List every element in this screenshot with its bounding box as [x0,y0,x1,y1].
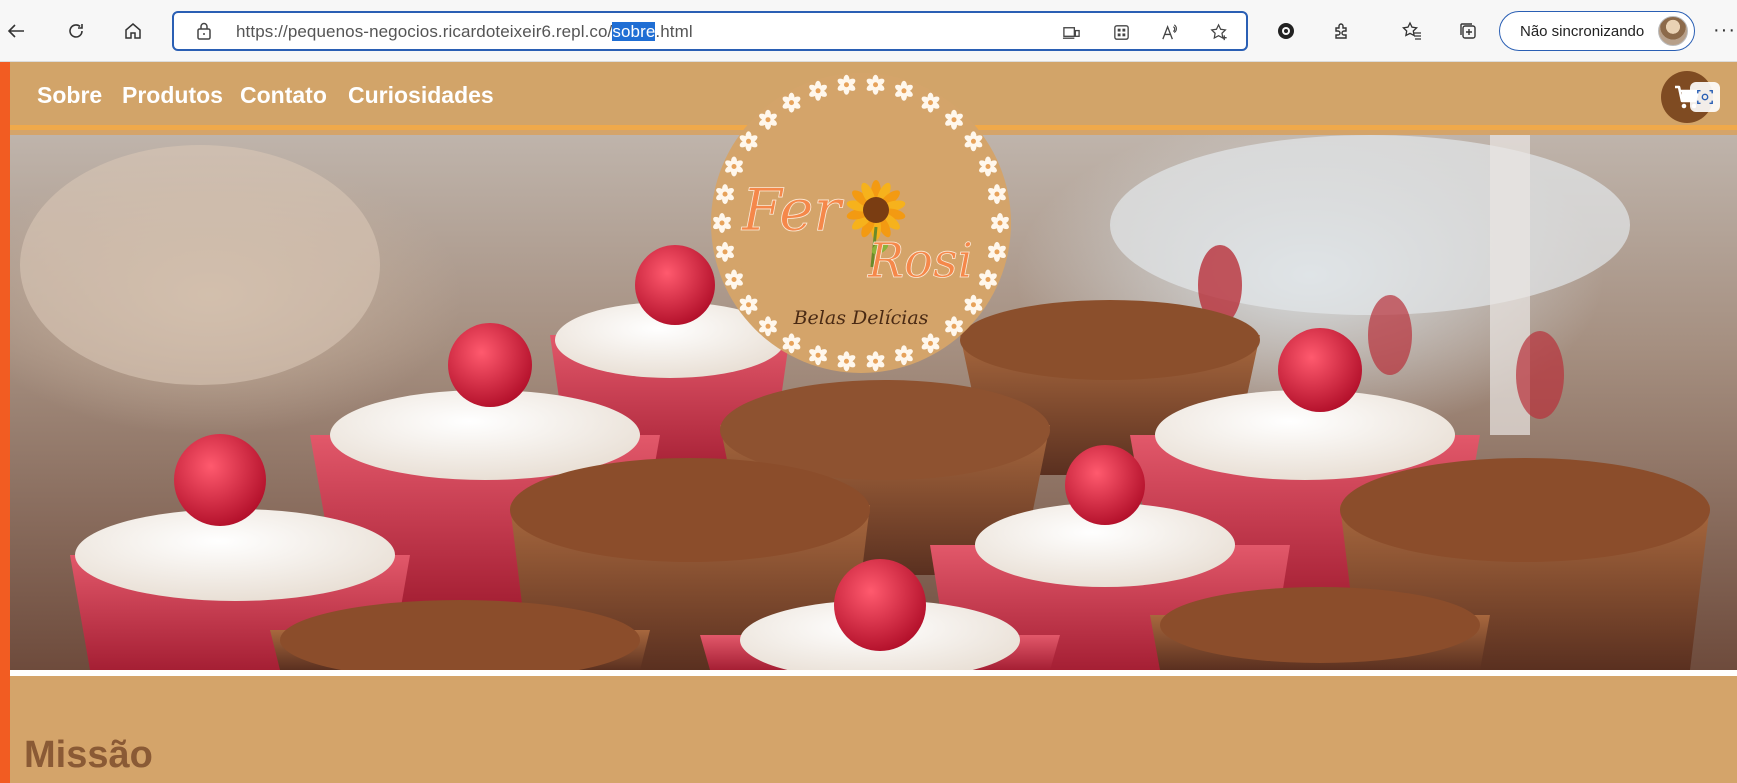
favorites-button[interactable] [1396,15,1428,47]
screenshot-frame: https://pequenos-negocios.ricardoteixeir… [0,0,1737,783]
lock-icon [197,22,211,40]
nav-link-produtos[interactable]: Produtos [122,82,223,109]
copilot-button[interactable] [1270,15,1302,47]
read-aloud-button[interactable] [1158,21,1180,43]
brand-logo[interactable]: Fer Rosi Belas Delícias [700,62,1022,384]
back-button[interactable] [0,15,32,47]
add-favorite-icon [1209,22,1227,40]
sync-status-label: Não sincronizando [1520,23,1645,40]
profile-sync-button[interactable]: Não sincronizando [1499,11,1695,51]
logo-badge: Fer Rosi Belas Delícias [711,73,1011,373]
nav-link-sobre[interactable]: Sobre [37,82,102,109]
collections-button[interactable] [1452,15,1484,47]
profile-avatar [1658,16,1688,46]
nav-link-contato[interactable]: Contato [240,82,327,109]
logo-tagline: Belas Delícias [793,307,929,329]
logo-line1: Fer [741,176,844,244]
browser-toolbar: https://pequenos-negocios.ricardoteixeir… [0,0,1737,62]
section-title: Missão [24,734,153,776]
hero-divider [10,670,1737,676]
refresh-button[interactable] [60,15,92,47]
extensions-icon [1335,23,1347,39]
extensions-button[interactable] [1326,15,1358,47]
logo-line2: Rosi [867,233,973,289]
nav-link-curiosidades[interactable]: Curiosidades [348,82,494,109]
frame-left-strip [0,62,10,783]
back-icon [7,24,24,38]
add-favorite-button[interactable] [1208,21,1230,43]
address-bar[interactable]: https://pequenos-negocios.ricardoteixeir… [172,11,1248,51]
home-button[interactable] [117,15,149,47]
read-aloud-icon [1161,23,1177,39]
immersive-reader-button[interactable] [1060,21,1082,43]
url-prefix: https://pequenos-negocios.ricardoteixeir… [236,22,613,41]
url-highlight: sobre [612,22,656,41]
app-available-icon [1113,24,1129,40]
visual-search-icon[interactable] [1690,82,1720,112]
more-icon[interactable]: ··· [1713,19,1736,42]
app-available-button[interactable] [1110,21,1132,43]
url-suffix: .html [655,22,693,41]
home-icon [125,23,141,39]
url-text[interactable]: https://pequenos-negocios.ricardoteixeir… [236,22,693,42]
immersive-reader-icon [1062,26,1080,39]
collections-icon [1460,23,1476,39]
copilot-icon [1278,23,1294,39]
favorites-icon [1402,21,1421,40]
refresh-icon [69,24,83,38]
